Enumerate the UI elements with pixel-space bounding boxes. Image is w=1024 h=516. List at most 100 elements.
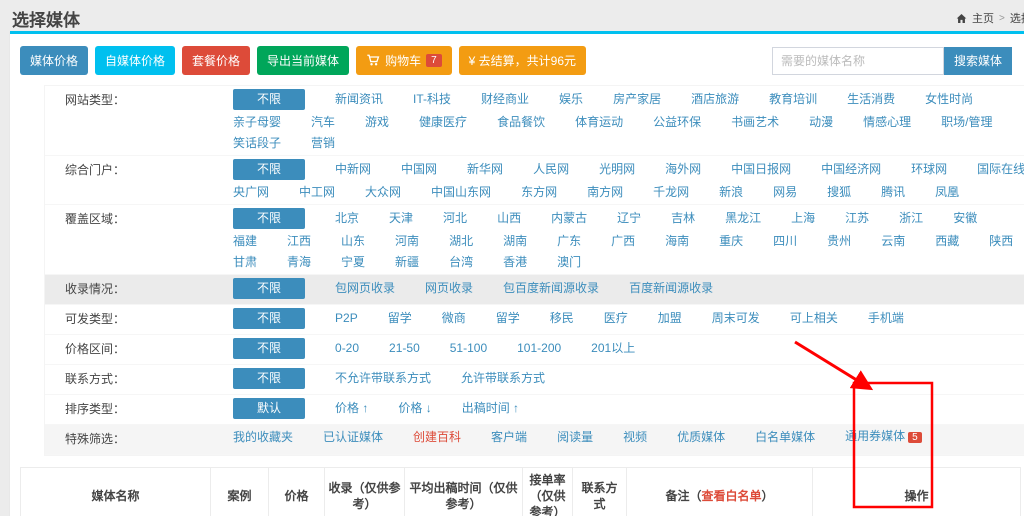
filter-region-option[interactable]: 青海 <box>287 254 311 271</box>
filter-price-range-option[interactable]: 21-50 <box>389 340 420 357</box>
filter-site-type-option[interactable]: 体育运动 <box>575 114 623 131</box>
filter-portal-option[interactable]: 南方网 <box>587 184 623 201</box>
filter-region-option[interactable]: 河南 <box>395 233 419 250</box>
filter-special-filter-option[interactable]: 视频 <box>623 429 647 446</box>
filter-portal-option[interactable]: 央广网 <box>233 184 269 201</box>
filter-index-status-option[interactable]: 网页收录 <box>425 280 473 297</box>
filter-index-status-option[interactable]: 包百度新闻源收录 <box>503 280 599 297</box>
filter-publish-type-option[interactable]: 留学 <box>388 310 412 327</box>
filter-region-option[interactable]: 四川 <box>773 233 797 250</box>
filter-special-filter-option[interactable]: 阅读量 <box>557 429 593 446</box>
view-whitelist-link[interactable]: 查看白名单 <box>701 489 761 503</box>
filter-special-filter-option[interactable]: 优质媒体 <box>677 429 725 446</box>
filter-publish-type-option[interactable]: 手机端 <box>868 310 904 327</box>
filter-site-type-selected-chip[interactable]: 不限 <box>233 89 305 110</box>
filter-price-range-selected-chip[interactable]: 不限 <box>233 338 305 359</box>
filter-region-option[interactable]: 海南 <box>665 233 689 250</box>
filter-publish-type-selected-chip[interactable]: 不限 <box>233 308 305 329</box>
filter-special-filter-option[interactable]: 创建百科 <box>413 429 461 446</box>
filter-region-selected-chip[interactable]: 不限 <box>233 208 305 229</box>
search-media-button[interactable]: 搜索媒体 <box>944 47 1012 75</box>
filter-region-option[interactable]: 广东 <box>557 233 581 250</box>
cart-button[interactable]: 购物车7 <box>356 46 452 75</box>
filter-region-option[interactable]: 湖北 <box>449 233 473 250</box>
filter-region-option[interactable]: 云南 <box>881 233 905 250</box>
filter-site-type-option[interactable]: 公益环保 <box>653 114 701 131</box>
filter-site-type-option[interactable]: 动漫 <box>809 114 833 131</box>
filter-publish-type-option[interactable]: 留学 <box>496 310 520 327</box>
filter-special-filter-option[interactable]: 通用券媒体5 <box>845 428 922 446</box>
filter-site-type-option[interactable]: 酒店旅游 <box>691 91 739 108</box>
filter-publish-type-option[interactable]: 可上相关 <box>790 310 838 327</box>
filter-portal-option[interactable]: 东方网 <box>521 184 557 201</box>
filter-site-type-option[interactable]: 书画艺术 <box>731 114 779 131</box>
filter-portal-option[interactable]: 中国网 <box>401 161 437 178</box>
filter-region-option[interactable]: 新疆 <box>395 254 419 271</box>
filter-index-status-option[interactable]: 百度新闻源收录 <box>629 280 713 297</box>
filter-site-type-option[interactable]: 亲子母婴 <box>233 114 281 131</box>
filter-region-option[interactable]: 上海 <box>791 210 815 227</box>
filter-region-option[interactable]: 宁夏 <box>341 254 365 271</box>
filter-portal-option[interactable]: 人民网 <box>533 161 569 178</box>
filter-publish-type-option[interactable]: P2P <box>335 310 358 327</box>
filter-special-filter-option[interactable]: 已认证媒体 <box>323 429 383 446</box>
filter-contact-type-option[interactable]: 允许带联系方式 <box>461 370 545 387</box>
filter-region-option[interactable]: 山西 <box>497 210 521 227</box>
filter-site-type-option[interactable]: 游戏 <box>365 114 389 131</box>
filter-region-option[interactable]: 香港 <box>503 254 527 271</box>
filter-site-type-option[interactable]: 生活消费 <box>847 91 895 108</box>
media-price-button[interactable]: 媒体价格 <box>20 46 88 75</box>
filter-sort-type-selected-chip[interactable]: 默认 <box>233 398 305 419</box>
filter-site-type-option[interactable]: 教育培训 <box>769 91 817 108</box>
self-media-price-button[interactable]: 自媒体价格 <box>95 46 175 75</box>
filter-site-type-option[interactable]: 笑话段子 <box>233 135 281 152</box>
filter-site-type-option[interactable]: 职场/管理 <box>941 114 992 131</box>
filter-portal-option[interactable]: 海外网 <box>665 161 701 178</box>
filter-publish-type-option[interactable]: 移民 <box>550 310 574 327</box>
filter-portal-option[interactable]: 中国经济网 <box>821 161 881 178</box>
filter-site-type-option[interactable]: IT-科技 <box>413 91 451 108</box>
filter-region-option[interactable]: 江苏 <box>845 210 869 227</box>
filter-special-filter-option[interactable]: 我的收藏夹 <box>233 429 293 446</box>
filter-region-option[interactable]: 广西 <box>611 233 635 250</box>
filter-region-option[interactable]: 甘肃 <box>233 254 257 271</box>
filter-price-range-option[interactable]: 101-200 <box>517 340 561 357</box>
breadcrumb-home-link[interactable]: 主页 <box>972 10 994 26</box>
filter-region-option[interactable]: 浙江 <box>899 210 923 227</box>
filter-sort-type-option[interactable]: 价格 ↑ <box>335 400 368 417</box>
filter-region-option[interactable]: 吉林 <box>671 210 695 227</box>
filter-region-option[interactable]: 贵州 <box>827 233 851 250</box>
filter-portal-option[interactable]: 国际在线 <box>977 161 1024 178</box>
filter-portal-option[interactable]: 中工网 <box>299 184 335 201</box>
filter-region-option[interactable]: 天津 <box>389 210 413 227</box>
filter-site-type-option[interactable]: 娱乐 <box>559 91 583 108</box>
search-input[interactable] <box>772 47 944 75</box>
filter-site-type-option[interactable]: 新闻资讯 <box>335 91 383 108</box>
filter-region-option[interactable]: 内蒙古 <box>551 210 587 227</box>
filter-site-type-option[interactable]: 情感心理 <box>863 114 911 131</box>
filter-site-type-option[interactable]: 女性时尚 <box>925 91 973 108</box>
filter-site-type-option[interactable]: 房产家居 <box>613 91 661 108</box>
filter-portal-selected-chip[interactable]: 不限 <box>233 159 305 180</box>
filter-price-range-option[interactable]: 201以上 <box>591 340 635 357</box>
filter-portal-option[interactable]: 新浪 <box>719 184 743 201</box>
filter-price-range-option[interactable]: 51-100 <box>450 340 487 357</box>
filter-site-type-option[interactable]: 健康医疗 <box>419 114 467 131</box>
export-current-media-button[interactable]: 导出当前媒体 <box>257 46 349 75</box>
filter-publish-type-option[interactable]: 医疗 <box>604 310 628 327</box>
filter-site-type-option[interactable]: 汽车 <box>311 114 335 131</box>
filter-region-option[interactable]: 北京 <box>335 210 359 227</box>
filter-price-range-option[interactable]: 0-20 <box>335 340 359 357</box>
filter-portal-option[interactable]: 网易 <box>773 184 797 201</box>
filter-portal-option[interactable]: 环球网 <box>911 161 947 178</box>
filter-portal-option[interactable]: 腾讯 <box>881 184 905 201</box>
filter-region-option[interactable]: 重庆 <box>719 233 743 250</box>
filter-portal-option[interactable]: 光明网 <box>599 161 635 178</box>
filter-sort-type-option[interactable]: 价格 ↓ <box>398 400 431 417</box>
filter-index-status-option[interactable]: 包网页收录 <box>335 280 395 297</box>
filter-region-option[interactable]: 福建 <box>233 233 257 250</box>
filter-region-option[interactable]: 西藏 <box>935 233 959 250</box>
filter-contact-type-option[interactable]: 不允许带联系方式 <box>335 370 431 387</box>
filter-site-type-option[interactable]: 食品餐饮 <box>497 114 545 131</box>
filter-publish-type-option[interactable]: 微商 <box>442 310 466 327</box>
